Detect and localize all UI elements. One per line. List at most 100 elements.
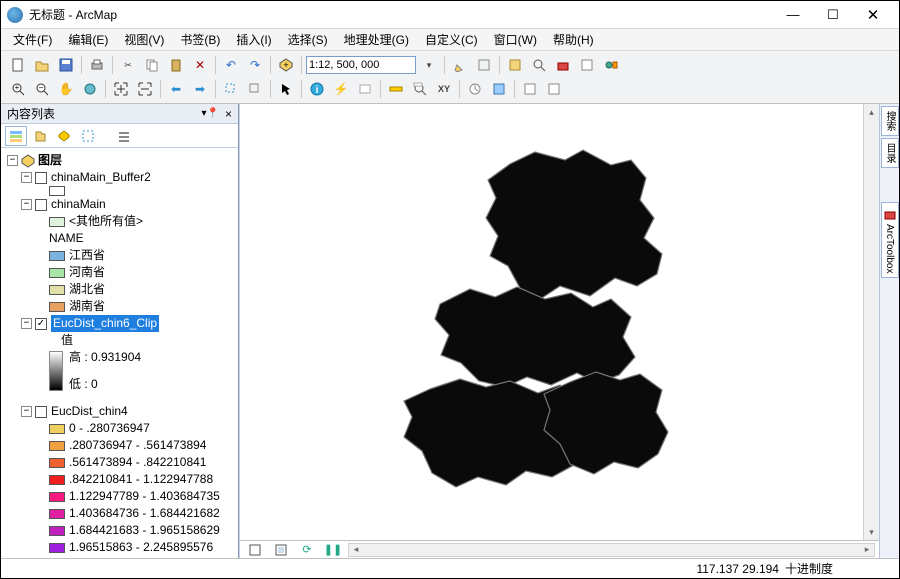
province-swatch <box>49 285 65 295</box>
province-label: 湖北省 <box>69 281 105 298</box>
expand-icon[interactable]: − <box>7 155 18 166</box>
expand-icon[interactable]: − <box>21 318 32 329</box>
layer-checkbox[interactable] <box>35 199 47 211</box>
dock-tab-search[interactable]: 搜索 <box>881 106 899 136</box>
pin-icon[interactable]: ▾📍 <box>202 108 219 119</box>
fixed-zoom-in-button[interactable] <box>110 79 132 99</box>
window-title: 无标题 - ArcMap <box>29 6 773 23</box>
full-extent-button[interactable] <box>79 79 101 99</box>
pan-button[interactable]: ✋ <box>55 79 77 99</box>
select-features-button[interactable] <box>220 79 242 99</box>
clear-selection-button[interactable] <box>244 79 266 99</box>
expand-icon[interactable]: − <box>21 406 32 417</box>
catalog-button[interactable] <box>504 55 526 75</box>
menu-help[interactable]: 帮助(H) <box>545 29 602 50</box>
map-canvas[interactable] <box>240 104 863 540</box>
copy-button[interactable] <box>141 55 163 75</box>
cut-button[interactable]: ✂ <box>117 55 139 75</box>
vertical-scrollbar[interactable]: ▴▾ <box>863 104 879 540</box>
class-swatch <box>49 424 65 434</box>
close-button[interactable]: ✕ <box>853 3 893 27</box>
pointer-button[interactable] <box>275 79 297 99</box>
layer-chinamain[interactable]: chinaMain <box>51 196 106 213</box>
redo-button[interactable]: ↷ <box>244 55 266 75</box>
next-extent-button[interactable]: ➡ <box>189 79 211 99</box>
class-label: .280736947 - .561473894 <box>69 437 206 454</box>
toc-tab-selection[interactable] <box>77 126 99 146</box>
hyperlink-button[interactable]: ⚡ <box>330 79 352 99</box>
editor-toolbar-button[interactable] <box>449 55 471 75</box>
toc-tree[interactable]: −图层 −chinaMain_Buffer2 −chinaMain <其他所有值… <box>1 148 238 558</box>
class-swatch <box>49 526 65 536</box>
menu-selection[interactable]: 选择(S) <box>280 29 336 50</box>
map-footer-bar: ⟳ ❚❚ ◂▸ <box>240 540 879 558</box>
expand-icon[interactable]: − <box>21 199 32 210</box>
python-button[interactable] <box>576 55 598 75</box>
class-label: .561473894 - .842210841 <box>69 454 206 471</box>
fixed-zoom-out-button[interactable] <box>134 79 156 99</box>
toolbar-btn-a[interactable] <box>473 55 495 75</box>
refresh-button[interactable]: ⟳ <box>296 540 318 560</box>
toc-panel: 内容列表 ▾📍 × −图层 −chinaMain_Buffer2 −chinaM… <box>1 104 239 558</box>
scale-input[interactable] <box>306 56 416 74</box>
toc-tab-visibility[interactable] <box>53 126 75 146</box>
pause-button[interactable]: ❚❚ <box>322 540 344 560</box>
dock-tab-arctoolbox[interactable]: ArcToolbox <box>881 202 899 278</box>
toolbar-extra-a[interactable] <box>519 79 541 99</box>
dock-tab-catalog[interactable]: 目录 <box>881 138 899 168</box>
menu-file[interactable]: 文件(F) <box>5 29 60 50</box>
zoom-out-button[interactable]: − <box>31 79 53 99</box>
layer-eucdist-clip[interactable]: EucDist_chin6_Clip <box>51 315 159 332</box>
menu-bookmarks[interactable]: 书签(B) <box>172 29 228 50</box>
toc-tab-options[interactable] <box>113 126 135 146</box>
find-button[interactable] <box>409 79 431 99</box>
status-unit: 十进制度 <box>785 560 833 577</box>
menu-windows[interactable]: 窗口(W) <box>486 29 545 50</box>
new-button[interactable] <box>7 55 29 75</box>
measure-button[interactable] <box>385 79 407 99</box>
modelbuilder-button[interactable] <box>600 55 622 75</box>
horizontal-scrollbar[interactable]: ◂▸ <box>348 543 875 557</box>
time-slider-button[interactable] <box>464 79 486 99</box>
html-popup-button[interactable] <box>354 79 376 99</box>
data-view-button[interactable] <box>244 540 266 560</box>
delete-button[interactable]: ✕ <box>189 55 211 75</box>
undo-button[interactable]: ↶ <box>220 55 242 75</box>
menu-edit[interactable]: 编辑(E) <box>60 29 116 50</box>
layout-view-button[interactable] <box>270 540 292 560</box>
scale-dropdown[interactable]: ▾ <box>418 55 440 75</box>
layer-checkbox[interactable] <box>35 406 47 418</box>
layer-checkbox[interactable] <box>35 172 47 184</box>
toolbar-extra-b[interactable] <box>543 79 565 99</box>
right-dock: 搜索 目录 ArcToolbox <box>879 104 899 558</box>
layer-eucdist4[interactable]: EucDist_chin4 <box>51 403 128 420</box>
search-button[interactable] <box>528 55 550 75</box>
open-button[interactable] <box>31 55 53 75</box>
maximize-button[interactable]: ☐ <box>813 3 853 27</box>
add-data-button[interactable]: + <box>275 55 297 75</box>
print-button[interactable] <box>86 55 108 75</box>
class-swatch <box>49 441 65 451</box>
goto-xy-button[interactable]: XY <box>433 79 455 99</box>
menu-geoprocessing[interactable]: 地理处理(G) <box>336 29 417 50</box>
viewer-window-button[interactable] <box>488 79 510 99</box>
class-label: 1.96515863 - 2.245895576 <box>69 539 213 556</box>
identify-button[interactable]: i <box>306 79 328 99</box>
arctoolbox-button[interactable] <box>552 55 574 75</box>
menu-view[interactable]: 视图(V) <box>116 29 172 50</box>
toc-tab-drawing-order[interactable] <box>5 126 27 146</box>
zoom-in-button[interactable]: + <box>7 79 29 99</box>
province-label: 江西省 <box>69 247 105 264</box>
toc-close-icon[interactable]: × <box>225 107 232 121</box>
minimize-button[interactable]: — <box>773 3 813 27</box>
save-button[interactable] <box>55 55 77 75</box>
layer-checkbox[interactable]: ✓ <box>35 318 47 330</box>
layer-buffer2[interactable]: chinaMain_Buffer2 <box>51 169 151 186</box>
expand-icon[interactable]: − <box>21 172 32 183</box>
prev-extent-button[interactable]: ⬅ <box>165 79 187 99</box>
menu-insert[interactable]: 插入(I) <box>228 29 279 50</box>
root-layer-label[interactable]: 图层 <box>38 152 62 169</box>
menu-customize[interactable]: 自定义(C) <box>417 29 486 50</box>
toc-tab-source[interactable] <box>29 126 51 146</box>
paste-button[interactable] <box>165 55 187 75</box>
